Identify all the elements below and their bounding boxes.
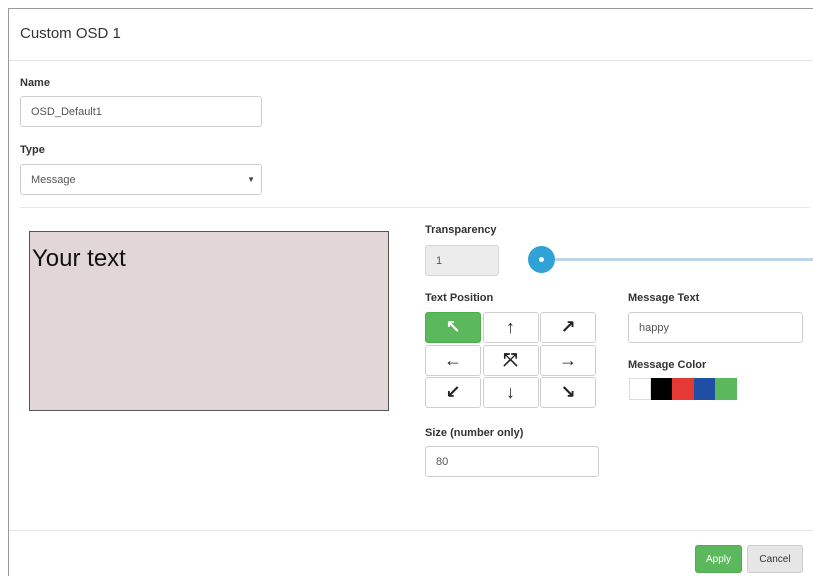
arrow-up-right-icon: ↗: [560, 317, 576, 337]
text-position-label: Text Position: [425, 292, 494, 304]
preview-text: Your text: [32, 245, 126, 272]
color-swatch[interactable]: [715, 378, 737, 400]
position-button-top-left[interactable]: ↖: [425, 312, 481, 343]
position-button-top-right[interactable]: ↗: [540, 312, 596, 343]
type-label: Type: [20, 144, 45, 156]
color-swatch[interactable]: [693, 378, 716, 400]
text-position-grid: ↖ ↑ ↗ ← ⤧ → ↙ ↓ ↘: [425, 312, 596, 408]
transparency-slider-handle[interactable]: [528, 246, 555, 273]
position-button-bottom-left[interactable]: ↙: [425, 377, 481, 408]
collapse-center-icon: ⤧: [503, 349, 518, 370]
footer-divider: [9, 530, 813, 531]
position-button-top[interactable]: ↑: [482, 312, 539, 343]
arrow-down-icon: ↓: [506, 382, 515, 402]
caret-down-icon: ▼: [247, 175, 255, 184]
arrow-left-icon: ←: [444, 349, 462, 370]
position-button-right[interactable]: →: [540, 344, 596, 376]
color-swatch[interactable]: [629, 378, 651, 400]
arrow-down-left-icon: ↙: [445, 382, 461, 402]
position-button-center[interactable]: ⤧: [482, 344, 539, 376]
name-input[interactable]: OSD_Default1: [20, 96, 262, 127]
dialog-title: Custom OSD 1: [20, 25, 121, 42]
transparency-input[interactable]: 1: [425, 245, 499, 276]
type-select[interactable]: Message ▼: [20, 164, 262, 195]
color-swatch[interactable]: [650, 378, 673, 400]
apply-button[interactable]: Apply: [695, 545, 742, 573]
position-button-bottom-right[interactable]: ↘: [540, 377, 596, 408]
size-input[interactable]: 80: [425, 446, 599, 477]
message-color-swatches: [629, 378, 737, 400]
arrow-up-icon: ↑: [506, 317, 515, 337]
type-select-value: Message: [31, 174, 76, 186]
size-label: Size (number only): [425, 427, 524, 439]
color-swatch[interactable]: [672, 378, 694, 400]
transparency-label: Transparency: [425, 224, 497, 236]
arrow-up-left-icon: ↖: [445, 317, 461, 337]
position-button-left[interactable]: ←: [425, 344, 481, 376]
dialog-header: Custom OSD 1: [9, 9, 813, 61]
message-color-label: Message Color: [628, 359, 707, 371]
slider-handle-dot: [539, 257, 544, 262]
cancel-button[interactable]: Cancel: [747, 545, 803, 573]
osd-preview: Your text: [29, 231, 389, 411]
message-text-label: Message Text: [628, 292, 700, 304]
arrow-down-right-icon: ↘: [560, 382, 576, 402]
arrow-right-icon: →: [559, 349, 577, 370]
transparency-slider-track[interactable]: [539, 258, 813, 261]
custom-osd-dialog: Custom OSD 1 Name OSD_Default1 Type Mess…: [8, 8, 813, 576]
message-text-input[interactable]: happy: [628, 312, 803, 343]
name-label: Name: [20, 77, 50, 89]
position-button-bottom[interactable]: ↓: [482, 377, 539, 408]
section-divider: [20, 207, 810, 208]
